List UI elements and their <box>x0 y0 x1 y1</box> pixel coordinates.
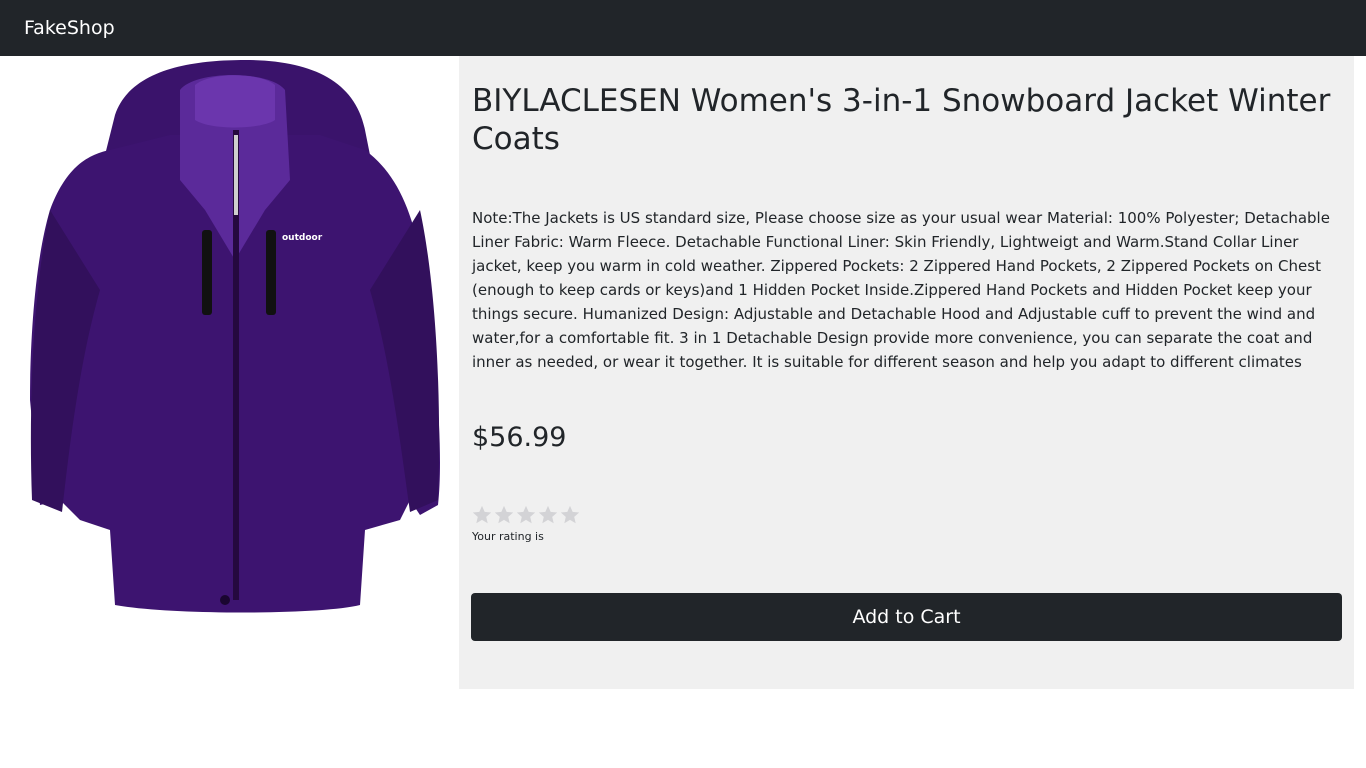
product-price: $56.99 <box>472 422 567 453</box>
star-icon[interactable] <box>559 504 581 526</box>
product-title: BIYLACLESEN Women's 3-in-1 Snowboard Jac… <box>472 83 1331 157</box>
product-image-column: outdoor <box>0 56 459 689</box>
navbar: FakeShop <box>0 0 1366 56</box>
brand-link[interactable]: FakeShop <box>24 16 115 40</box>
product-description: Note:The Jackets is US standard size, Pl… <box>472 209 1330 371</box>
rating-label: Your rating is <box>472 530 544 543</box>
add-to-cart-button[interactable]: Add to Cart <box>471 593 1342 641</box>
product-info-panel: BIYLACLESEN Women's 3-in-1 Snowboard Jac… <box>459 56 1354 689</box>
star-icon[interactable] <box>515 504 537 526</box>
star-icon[interactable] <box>471 504 493 526</box>
star-icon[interactable] <box>537 504 559 526</box>
svg-text:outdoor: outdoor <box>282 233 323 243</box>
star-icon[interactable] <box>493 504 515 526</box>
product-image: outdoor <box>30 60 441 613</box>
star-rating[interactable] <box>471 504 581 528</box>
